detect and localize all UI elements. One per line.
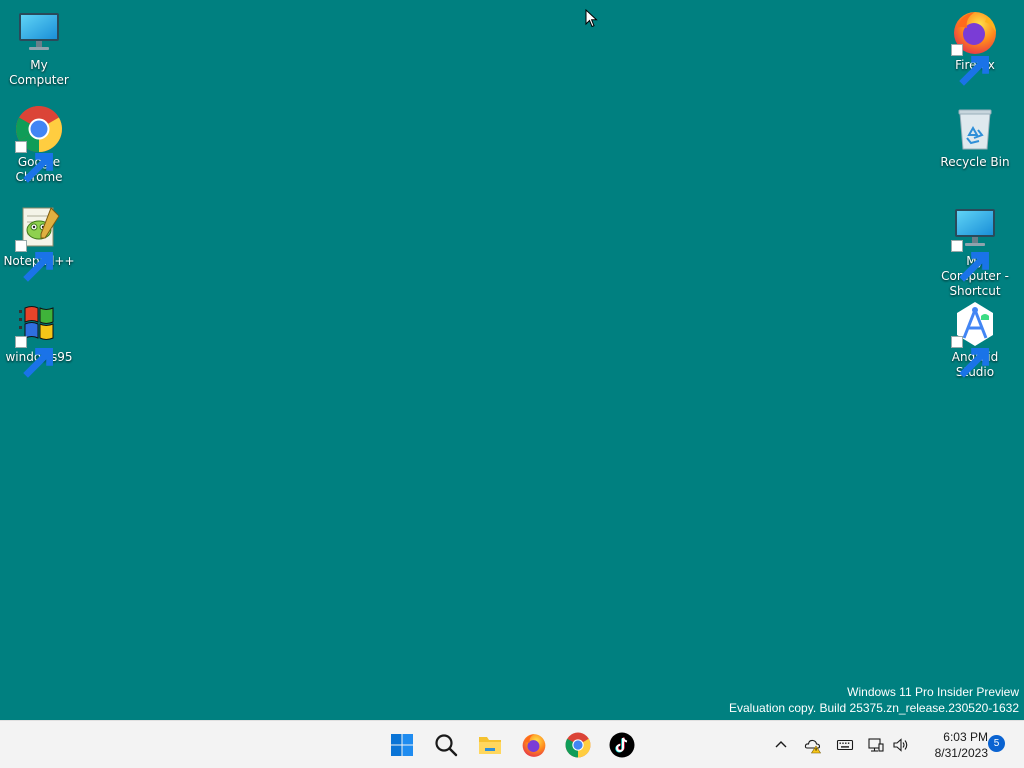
shortcut-arrow-icon [951,336,989,378]
shortcut-arrow-icon [15,240,53,282]
firefox-icon [522,734,546,757]
desktop-icon-google-chrome[interactable]: Google Chrome [0,105,78,185]
windows95-logo-icon [15,300,63,378]
desktop-icon-label: My Computer [9,58,69,87]
tiktok-icon [609,732,635,758]
chrome-taskbar-button[interactable] [560,727,596,763]
shortcut-arrow-icon [15,141,53,183]
network-icon [868,738,884,752]
shortcut-arrow-icon [951,240,989,282]
onedrive-warning-icon [804,739,822,754]
volume-tray-button[interactable] [889,733,913,757]
folder-icon [479,737,501,754]
show-hidden-icons-button[interactable] [769,733,793,757]
desktop-icon-windows95[interactable]: windows95 [0,300,78,378]
windows-watermark: Windows 11 Pro Insider Preview Evaluatio… [729,684,1019,716]
desktop-icon-firefox[interactable]: Firefox [936,8,1014,86]
clock-time: 6:03 PM [943,730,988,744]
search-icon [435,734,458,757]
monitor-icon [951,204,999,282]
start-button[interactable] [384,727,420,763]
notepad-plus-plus-icon [15,204,63,282]
file-explorer-button[interactable] [472,727,508,763]
recycle-bin-icon [951,105,999,153]
network-tray-button[interactable] [864,733,888,757]
taskbar: 6:03 PM 8/31/2023 5 [0,720,1024,768]
onedrive-tray-button[interactable] [801,733,825,757]
speaker-icon [893,738,908,752]
taskbar-clock[interactable]: 6:03 PM 8/31/2023 [918,729,988,761]
desktop-icon-recycle-bin[interactable]: Recycle Bin [936,105,1014,170]
search-button[interactable] [428,727,464,763]
clock-date: 8/31/2023 [934,746,988,760]
windows-start-icon [391,734,413,756]
chrome-icon [565,732,591,758]
chrome-icon [15,105,63,183]
desktop-icon-notepad-plus-plus[interactable]: Notepad++ [0,204,78,282]
firefox-icon [951,8,999,86]
tiktok-taskbar-button[interactable] [604,727,640,763]
watermark-build: Evaluation copy. Build 25375.zn_release.… [729,701,1019,715]
firefox-taskbar-button[interactable] [516,727,552,763]
mouse-cursor-icon [585,9,598,28]
notification-badge[interactable]: 5 [988,735,1005,752]
desktop-icon-my-computer[interactable]: My Computer [0,8,78,88]
keyboard-icon [836,739,854,751]
shortcut-arrow-icon [951,44,989,86]
monitor-icon [15,8,63,56]
shortcut-arrow-icon [15,336,53,378]
keyboard-tray-button[interactable] [833,733,857,757]
watermark-edition: Windows 11 Pro Insider Preview [847,685,1019,699]
android-studio-icon [951,300,999,378]
desktop[interactable]: My Computer Google Chrome Notepad++ wind… [0,0,1024,720]
desktop-icon-label: Recycle Bin [940,155,1010,169]
chevron-up-icon [775,741,787,748]
desktop-icon-my-computer-shortcut[interactable]: My Computer - Shortcut [936,204,1014,299]
desktop-icon-android-studio[interactable]: Android Studio [936,300,1014,380]
